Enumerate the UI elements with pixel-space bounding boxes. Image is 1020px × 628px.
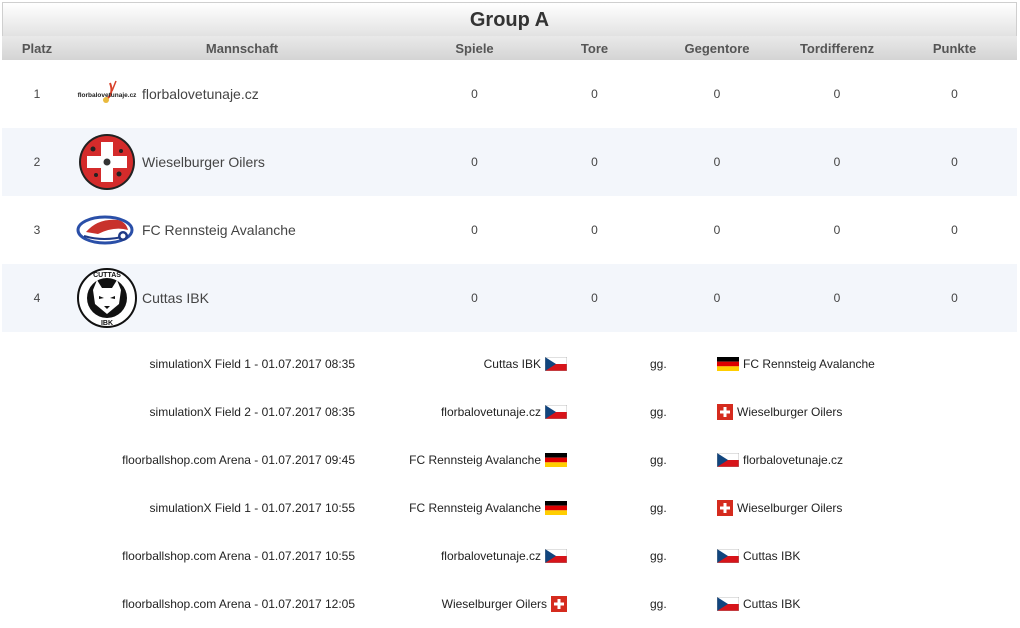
col-header-gegentore: Gegentore	[652, 36, 783, 60]
czech-flag-icon	[717, 549, 739, 563]
place-cell: 4	[2, 264, 72, 332]
points-cell: 0	[951, 87, 958, 101]
german-flag-icon	[717, 357, 739, 371]
group-panel: Group A Platz Mannschaft Spiele Tore Geg…	[2, 2, 1018, 612]
czech-flag-icon	[545, 549, 567, 563]
col-header-punkte: Punkte	[892, 36, 1018, 60]
match-away-team[interactable]: florbalovetunaje.cz	[717, 453, 843, 467]
goals-cell: 0	[591, 223, 598, 237]
czech-flag-icon	[545, 357, 567, 371]
german-flag-icon	[545, 453, 567, 467]
goals-cell: 0	[537, 264, 653, 332]
match-venue-time: simulationX Field 1 - 01.07.2017 10:55	[149, 501, 355, 515]
match-away-team[interactable]: Wieselburger Oilers	[717, 404, 842, 420]
col-header-tore: Tore	[537, 36, 653, 60]
table-row: 1 florbalovetunaje.cz florbalovetunaje.c…	[2, 60, 1017, 128]
match-venue-time: floorballshop.com Arena - 01.07.2017 09:…	[122, 453, 355, 467]
points-cell: 0	[892, 264, 1018, 332]
match-home-team[interactable]: florbalovetunaje.cz	[441, 549, 567, 563]
col-header-mannschaft: Mannschaft	[72, 36, 413, 60]
match-home-team[interactable]: florbalovetunaje.cz	[441, 405, 567, 419]
table-row: 4 CUTTAS IBK Cuttas IBK 0 0 0 0 0	[2, 264, 1018, 332]
match-row: simulationX Field 1 - 01.07.2017 10:55 F…	[2, 484, 1017, 532]
czech-flag-icon	[717, 453, 739, 467]
against-cell: 0	[652, 128, 783, 196]
table-row: 2 Wieselburger Oilers 0 0 0 0 0	[2, 128, 1018, 196]
games-cell: 0	[471, 223, 478, 237]
match-row: floorballshop.com Arena - 01.07.2017 09:…	[2, 436, 1017, 484]
goals-cell: 0	[591, 87, 598, 101]
against-cell: 0	[713, 223, 721, 237]
match-home-team[interactable]: FC Rennsteig Avalanche	[409, 501, 567, 515]
match-list: simulationX Field 1 - 01.07.2017 08:35 C…	[2, 340, 1017, 628]
match-versus: gg.	[650, 405, 667, 419]
place-cell: 3	[33, 223, 41, 237]
diff-cell: 0	[833, 223, 841, 237]
points-cell: 0	[951, 223, 958, 237]
goals-cell: 0	[537, 128, 653, 196]
logo-text-top: CUTTAS	[93, 272, 121, 279]
swiss-flag-icon	[717, 404, 733, 420]
against-cell: 0	[713, 87, 721, 101]
match-away-team[interactable]: FC Rennsteig Avalanche	[717, 357, 875, 371]
col-header-tordifferenz: Tordifferenz	[782, 36, 893, 60]
match-venue-time: floorballshop.com Arena - 01.07.2017 10:…	[122, 549, 355, 563]
diff-cell: 0	[782, 264, 893, 332]
swiss-flag-icon	[551, 596, 567, 612]
match-versus: gg.	[650, 501, 667, 515]
group-title: Group A	[2, 2, 1017, 36]
match-away-team[interactable]: Cuttas IBK	[717, 597, 800, 611]
match-versus: gg.	[650, 597, 667, 611]
games-cell: 0	[471, 87, 478, 101]
team-name[interactable]: Cuttas IBK	[142, 264, 413, 332]
avalanche-logo	[72, 212, 142, 248]
florbalovetunaje-logo: florbalovetunaje.cz	[72, 79, 142, 109]
against-cell: 0	[652, 264, 783, 332]
match-row: simulationX Field 1 - 01.07.2017 08:35 C…	[2, 340, 1017, 388]
logo-text: florbalovetunaje.cz	[78, 92, 138, 99]
team-name[interactable]: Wieselburger Oilers	[142, 128, 413, 196]
points-cell: 0	[892, 128, 1018, 196]
match-versus: gg.	[650, 357, 667, 371]
match-row: simulationX Field 2 - 01.07.2017 08:35 f…	[2, 388, 1017, 436]
match-home-team[interactable]: Cuttas IBK	[484, 357, 567, 371]
match-row: floorballshop.com Arena - 01.07.2017 10:…	[2, 532, 1017, 580]
games-cell: 0	[412, 264, 538, 332]
swiss-flag-icon	[717, 500, 733, 516]
match-venue-time: simulationX Field 2 - 01.07.2017 08:35	[149, 405, 355, 419]
match-venue-time: simulationX Field 1 - 01.07.2017 08:35	[149, 357, 355, 371]
logo-text-bottom: IBK	[101, 320, 113, 327]
place-cell: 1	[33, 87, 41, 101]
games-cell: 0	[412, 128, 538, 196]
match-home-team[interactable]: Wieselburger Oilers	[442, 596, 567, 612]
team-name[interactable]: florbalovetunaje.cz	[142, 60, 412, 128]
czech-flag-icon	[545, 405, 567, 419]
team-name[interactable]: FC Rennsteig Avalanche	[142, 196, 412, 264]
swiss-cross-logo	[72, 133, 142, 191]
table-row: 3 FC Rennsteig Avalanche 0 0 0 0 0	[2, 196, 1017, 264]
match-away-team[interactable]: Wieselburger Oilers	[717, 500, 842, 516]
wolf-logo: CUTTAS IBK	[72, 268, 142, 328]
standings-table: Platz Mannschaft Spiele Tore Gegentore T…	[2, 36, 1018, 332]
match-away-team[interactable]: Cuttas IBK	[717, 549, 800, 563]
czech-flag-icon	[717, 597, 739, 611]
match-venue-time: floorballshop.com Arena - 01.07.2017 12:…	[122, 597, 355, 611]
col-header-spiele: Spiele	[412, 36, 538, 60]
place-cell: 2	[2, 128, 72, 196]
diff-cell: 0	[782, 128, 893, 196]
col-header-platz: Platz	[2, 36, 72, 60]
match-home-team[interactable]: FC Rennsteig Avalanche	[409, 453, 567, 467]
diff-cell: 0	[833, 87, 841, 101]
german-flag-icon	[545, 501, 567, 515]
match-versus: gg.	[650, 549, 667, 563]
standings-header-row: Platz Mannschaft Spiele Tore Gegentore T…	[2, 36, 1018, 60]
match-versus: gg.	[650, 453, 667, 467]
